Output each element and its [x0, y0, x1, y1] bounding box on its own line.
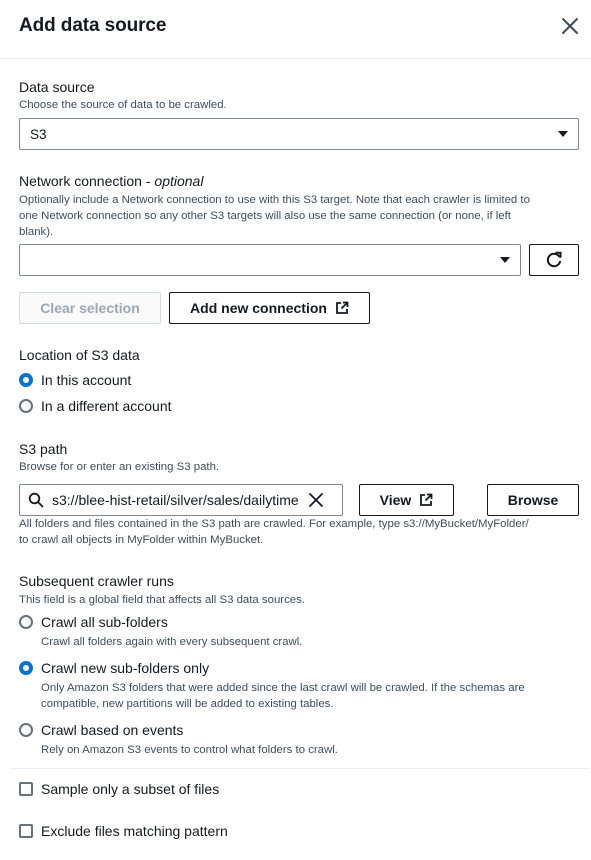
- radio-different-account[interactable]: In a different account: [19, 398, 172, 414]
- radio-checked-icon: [19, 373, 33, 387]
- view-button-label: View: [379, 492, 412, 508]
- network-description-line1: Optionally include a Network connection …: [19, 194, 530, 206]
- add-new-connection-label: Add new connection: [190, 300, 327, 316]
- s3-path-input[interactable]: [52, 492, 302, 508]
- radio-different-account-label: In a different account: [41, 398, 172, 414]
- crawl-all-description: Crawl all folders again with every subse…: [41, 636, 303, 648]
- radio-crawl-all-label: Crawl all sub-folders: [41, 614, 168, 630]
- checkbox-unchecked-icon: [19, 824, 33, 838]
- network-connection-select[interactable]: [19, 244, 521, 276]
- refresh-icon: [546, 251, 562, 268]
- clear-selection-button[interactable]: Clear selection: [19, 292, 161, 324]
- radio-this-account-label: In this account: [41, 372, 132, 388]
- subsequent-runs-description: This field is a global field that affect…: [19, 594, 305, 606]
- exclude-pattern-label: Exclude files matching pattern: [41, 823, 228, 839]
- data-source-label: Data source: [19, 79, 95, 95]
- sample-subset-label: Sample only a subset of files: [41, 781, 220, 797]
- location-label: Location of S3 data: [19, 347, 140, 363]
- radio-unchecked-icon: [19, 723, 33, 737]
- s3-path-description: Browse for or enter an existing S3 path.: [19, 461, 220, 473]
- data-source-description: Choose the source of data to be crawled.: [19, 99, 227, 111]
- close-icon[interactable]: [559, 15, 581, 37]
- s3-path-help-line2: to crawl all objects in MyFolder within …: [19, 534, 264, 546]
- radio-unchecked-icon: [19, 399, 33, 413]
- browse-button[interactable]: Browse: [487, 484, 579, 516]
- add-new-connection-button[interactable]: Add new connection: [169, 292, 370, 324]
- modal-title: Add data source: [19, 15, 167, 36]
- crawl-new-description-line2: compatible, new partitions will be added…: [41, 698, 334, 710]
- radio-this-account[interactable]: In this account: [19, 372, 131, 388]
- section-divider: [10, 768, 590, 769]
- radio-unchecked-icon: [19, 615, 33, 629]
- crawl-events-description: Rely on Amazon S3 events to control what…: [41, 744, 338, 756]
- modal-header: Add data source: [0, 0, 591, 59]
- optional-tag: optional: [154, 173, 204, 189]
- network-connection-label: Network connection - optional: [19, 173, 204, 189]
- external-link-icon: [420, 493, 433, 506]
- sample-subset-checkbox[interactable]: Sample only a subset of files: [19, 781, 219, 797]
- data-source-selected: S3: [30, 126, 47, 142]
- network-description-line3: blank).: [19, 226, 54, 238]
- caret-down-icon: [558, 131, 568, 137]
- network-description-line2: one Network connection so any other S3 t…: [19, 210, 511, 222]
- clear-input-icon[interactable]: [308, 492, 324, 508]
- s3-path-search-field[interactable]: [19, 484, 343, 516]
- external-link-icon: [336, 301, 349, 314]
- search-icon: [28, 492, 44, 508]
- caret-down-icon: [500, 257, 510, 263]
- radio-crawl-new[interactable]: Crawl new sub-folders only: [19, 660, 209, 676]
- radio-crawl-new-label: Crawl new sub-folders only: [41, 660, 210, 676]
- exclude-pattern-checkbox[interactable]: Exclude files matching pattern: [19, 823, 228, 839]
- s3-path-label: S3 path: [19, 441, 68, 457]
- subsequent-runs-label: Subsequent crawler runs: [19, 573, 174, 589]
- radio-crawl-events[interactable]: Crawl based on events: [19, 722, 183, 738]
- radio-crawl-all[interactable]: Crawl all sub-folders: [19, 614, 168, 630]
- checkbox-unchecked-icon: [19, 782, 33, 796]
- data-source-select[interactable]: S3: [19, 118, 579, 150]
- s3-path-help-line1: All folders and files contained in the S…: [19, 518, 529, 530]
- crawl-new-description-line1: Only Amazon S3 folders that were added s…: [41, 682, 525, 694]
- radio-crawl-events-label: Crawl based on events: [41, 722, 184, 738]
- refresh-button[interactable]: [529, 244, 579, 276]
- view-button[interactable]: View: [359, 484, 454, 516]
- radio-checked-icon: [19, 661, 33, 675]
